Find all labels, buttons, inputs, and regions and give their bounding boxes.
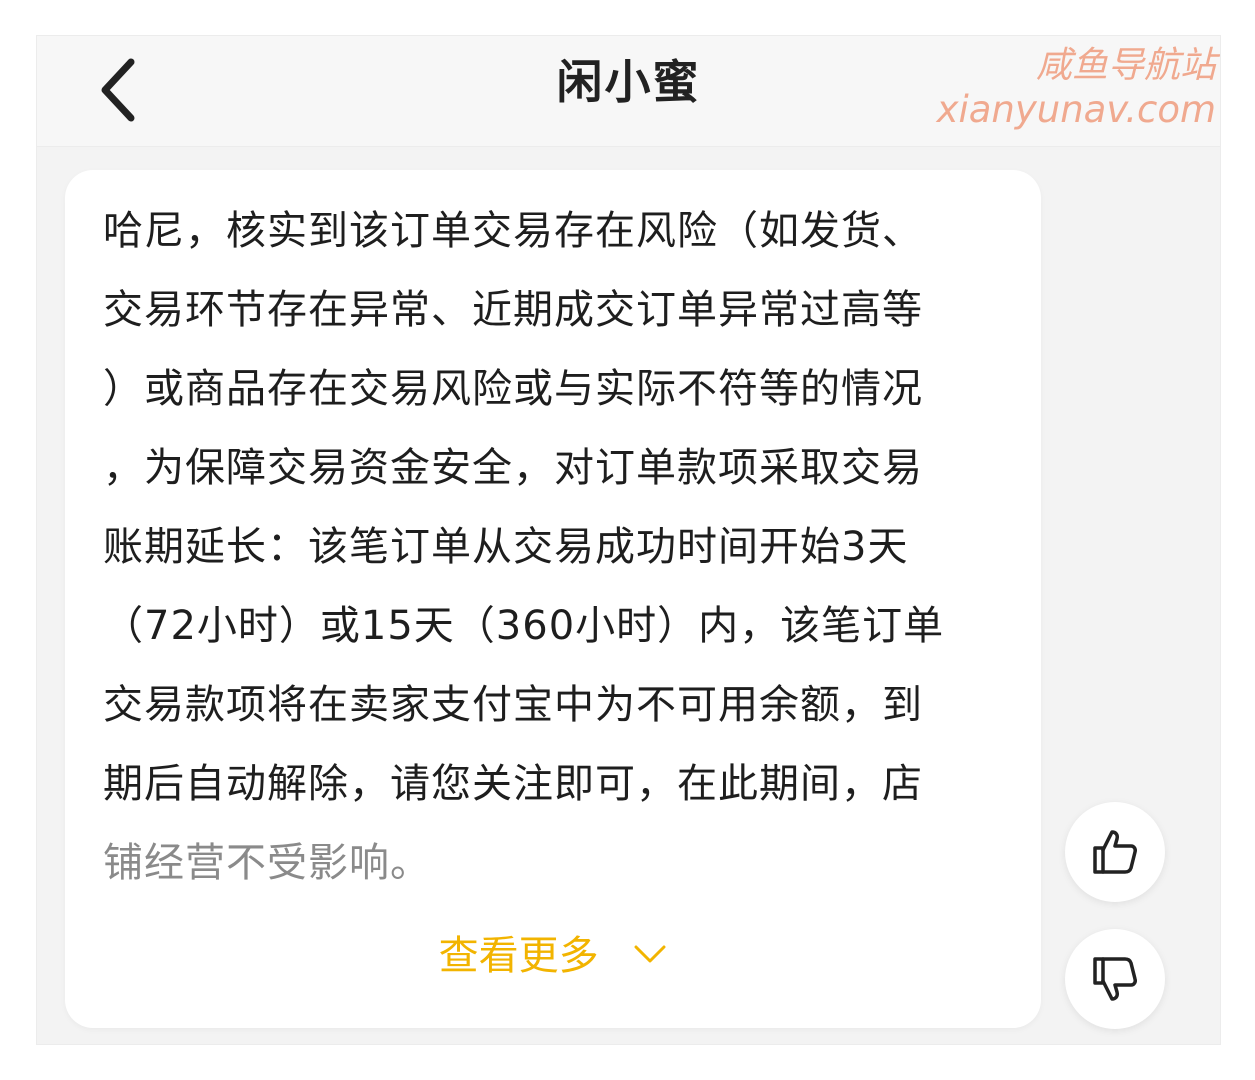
message-line: 账期延长：该笔订单从交易成功时间开始3天 xyxy=(103,524,909,570)
message-line: （72小时）或15天（360小时）内，该笔订单 xyxy=(103,603,945,649)
message-line: ）或商品存在交易风险或与实际不符等的情况 xyxy=(103,366,923,412)
app-frame: 闲小蜜 咸鱼导航站 xianyunav.com 哈尼，核实到该订单交易存在风险（… xyxy=(37,36,1220,1044)
message-bubble: 哈尼，核实到该订单交易存在风险（如发货、 交易环节存在异常、近期成交订单异常过高… xyxy=(65,170,1041,1028)
like-button[interactable] xyxy=(1065,802,1165,902)
message-line: ，为保障交易资金安全，对订单款项采取交易 xyxy=(103,445,923,491)
message-text: 哈尼，核实到该订单交易存在风险（如发货、 交易环节存在异常、近期成交订单异常过高… xyxy=(103,192,993,903)
dislike-button[interactable] xyxy=(1065,929,1165,1029)
watermark-url: xianyunav.com xyxy=(936,88,1216,131)
watermark: 咸鱼导航站 xianyunav.com xyxy=(937,44,1216,132)
message-line-faded: 铺经营不受影响。 xyxy=(103,840,431,886)
thumbs-up-icon xyxy=(1093,830,1137,874)
message-line: 哈尼，核实到该订单交易存在风险（如发货、 xyxy=(103,208,923,254)
view-more-label: 查看更多 xyxy=(438,933,599,979)
nav-header: 闲小蜜 咸鱼导航站 xianyunav.com xyxy=(37,36,1220,147)
watermark-site-name: 咸鱼导航站 xyxy=(1035,45,1216,86)
message-line: 交易环节存在异常、近期成交订单异常过高等 xyxy=(103,287,923,333)
message-line: 期后自动解除，请您关注即可，在此期间，店 xyxy=(103,761,923,807)
thumbs-down-icon xyxy=(1093,957,1137,1001)
message-line: 交易款项将在卖家支付宝中为不可用余额，到 xyxy=(103,682,923,728)
view-more-button[interactable]: 查看更多 xyxy=(65,926,1041,986)
chevron-down-icon xyxy=(634,945,666,963)
